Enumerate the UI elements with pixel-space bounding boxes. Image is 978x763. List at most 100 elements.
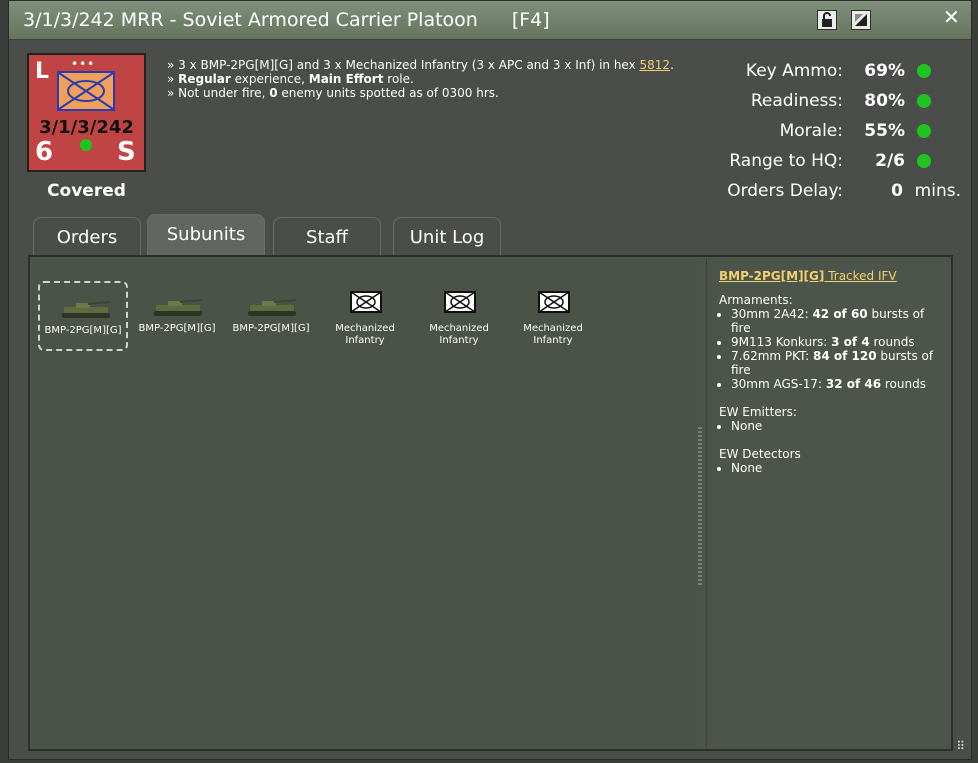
counter-bottom-left: 6 (35, 137, 54, 167)
tab-subunits[interactable]: Subunits (147, 214, 265, 255)
ew-detector-item: None (731, 461, 939, 475)
status-dot-icon (917, 64, 931, 78)
summary-line2-end: role. (383, 72, 414, 86)
unit-title: 3/1/3/242 MRR - Soviet Armored Carrier P… (23, 9, 478, 31)
vehicle-name-link[interactable]: BMP-2PG[M][G] Tracked IFV (719, 269, 897, 283)
resize-grip-icon[interactable]: ⠿ (956, 739, 965, 753)
ew-detectors-section: EW Detectors None (719, 447, 939, 475)
weapon-qty: 3 of 4 (831, 335, 870, 349)
tab-staff[interactable]: Staff (273, 217, 381, 255)
unit-stats: Key Ammo: 69% Readiness: 80% Morale: 55%… (661, 59, 961, 209)
counter-designation: 3/1/3/242 (39, 117, 134, 138)
armament-item: 30mm AGS-17: 32 of 46 rounds (731, 377, 939, 391)
stat-label: Range to HQ: (729, 151, 843, 171)
stat-unit: mins. (914, 181, 961, 201)
unit-summary: » 3 x BMP-2PG[M][G] and 3 x Mechanized I… (167, 58, 674, 100)
tab-orders[interactable]: Orders (33, 217, 141, 255)
stat-value: 55% (864, 121, 905, 141)
summary-line3-end: enemy units spotted as of 0300 hrs. (277, 86, 499, 100)
unit-role: Main Effort (308, 72, 384, 86)
subunit-label: BMP-2PG[M][G] (138, 323, 216, 334)
lock-icon[interactable] (817, 10, 837, 30)
ifv-icon (154, 299, 203, 316)
infantry-symbol-icon (444, 291, 476, 313)
status-dot-icon (917, 94, 931, 108)
subunit-item[interactable]: Mechanized Infantry (508, 281, 598, 351)
armament-item: 7.62mm PKT: 84 of 120 bursts of fire (731, 349, 939, 377)
counter-bottom-right: S (117, 137, 136, 167)
minimize-icon[interactable] (851, 10, 871, 30)
subunit-label: Mechanized Infantry (429, 323, 489, 346)
ifv-icon (62, 301, 111, 318)
weapon-name: 30mm 2A42: (731, 307, 813, 321)
summary-line1: » 3 x BMP-2PG[M][G] and 3 x Mechanized I… (167, 58, 640, 72)
cover-status: Covered (47, 181, 126, 201)
subunit-item[interactable]: BMP-2PG[M][G] (132, 281, 222, 351)
title-bar[interactable]: 3/1/3/242 MRR - Soviet Armored Carrier P… (9, 1, 971, 40)
pane-splitter[interactable] (698, 427, 702, 587)
armaments-title: Armaments: (719, 293, 793, 307)
ew-emitters-section: EW Emitters: None (719, 405, 939, 433)
close-icon[interactable]: ✕ (943, 5, 960, 29)
stat-label: Readiness: (750, 91, 843, 111)
subunit-item[interactable]: Mechanized Infantry (414, 281, 504, 351)
subunit-label: Mechanized Infantry (523, 323, 583, 346)
weapon-name: 30mm AGS-17: (731, 377, 826, 391)
ew-emitter-item: None (731, 419, 939, 433)
subunit-item[interactable]: BMP-2PG[M][G] (226, 281, 316, 351)
subunit-details: BMP-2PG[M][G] Tracked IFV Armaments: 30m… (719, 269, 939, 475)
subunit-item[interactable]: Mechanized Infantry (320, 281, 410, 351)
weapon-name: 7.62mm PKT: (731, 349, 813, 363)
stat-morale: Morale: 55% (661, 119, 961, 149)
weapon-unit: rounds (881, 377, 926, 391)
vehicle-name: BMP-2PG[M][G] (719, 269, 825, 283)
enemy-count: 0 (269, 86, 278, 100)
subunit-item[interactable]: BMP-2PG[M][G] (38, 281, 128, 351)
stat-label: Morale: (779, 121, 843, 141)
infantry-symbol-icon (350, 291, 382, 313)
stat-value: 69% (864, 61, 905, 81)
experience-level: Regular (178, 72, 231, 86)
stat-value: 80% (864, 91, 905, 111)
status-dot-icon (917, 124, 931, 138)
weapon-qty: 84 of 120 (812, 349, 877, 363)
summary-line2-marker: » (167, 72, 179, 86)
nato-infantry-symbol-icon (57, 71, 115, 111)
weapon-qty: 32 of 46 (825, 377, 882, 391)
stat-label: Key Ammo: (745, 61, 843, 81)
stat-readiness: Readiness: 80% (661, 89, 961, 119)
subunit-label: BMP-2PG[M][G] (232, 323, 310, 334)
unit-window: 3/1/3/242 MRR - Soviet Armored Carrier P… (8, 0, 972, 760)
armament-item: 30mm 2A42: 42 of 60 bursts of fire (731, 307, 939, 335)
subunit-label: Mechanized Infantry (335, 323, 395, 346)
weapon-qty: 42 of 60 (812, 307, 868, 321)
size-indicator: ••• (71, 57, 96, 71)
subunit-detail-pane: BMP-2PG[M][G] Tracked IFV Armaments: 30m… (706, 259, 945, 747)
subunit-list: BMP-2PG[M][G] BMP-2PG[M][G] BMP-2PG[M][G… (32, 259, 696, 747)
status-dot-icon (80, 139, 92, 151)
vehicle-type: Tracked IFV (824, 269, 897, 283)
stat-label: Orders Delay: (727, 181, 843, 201)
status-dot-icon (917, 154, 931, 168)
ew-detectors-title: EW Detectors (719, 447, 801, 461)
armament-item: 9M113 Konkurs: 3 of 4 rounds (731, 335, 939, 349)
subunit-label: BMP-2PG[M][G] (44, 325, 122, 336)
armaments-section: Armaments: 30mm 2A42: 42 of 60 bursts of… (719, 293, 939, 391)
tab-unit-log[interactable]: Unit Log (393, 217, 501, 255)
stat-value: 0 (891, 181, 903, 201)
weapon-unit: rounds (869, 335, 915, 349)
ifv-icon (248, 299, 297, 316)
stat-orders-delay: Orders Delay: 0 mins. (661, 179, 961, 209)
stat-value: 2/6 (875, 151, 905, 171)
weapon-name: 9M113 Konkurs: (731, 335, 832, 349)
counter-top-left: L (35, 59, 50, 84)
stat-key-ammo: Key Ammo: 69% (661, 59, 961, 89)
infantry-symbol-icon (538, 291, 570, 313)
summary-line3: » Not under fire, (167, 86, 270, 100)
summary-line2-mid: experience, (230, 72, 309, 86)
stat-range-to-hq: Range to HQ: 2/6 (661, 149, 961, 179)
hotkey-label: [F4] (511, 9, 550, 31)
unit-counter: L ••• 3/1/3/242 6 S (27, 53, 146, 172)
ew-emitters-title: EW Emitters: (719, 405, 797, 419)
window-title: 3/1/3/242 MRR - Soviet Armored Carrier P… (23, 9, 550, 31)
